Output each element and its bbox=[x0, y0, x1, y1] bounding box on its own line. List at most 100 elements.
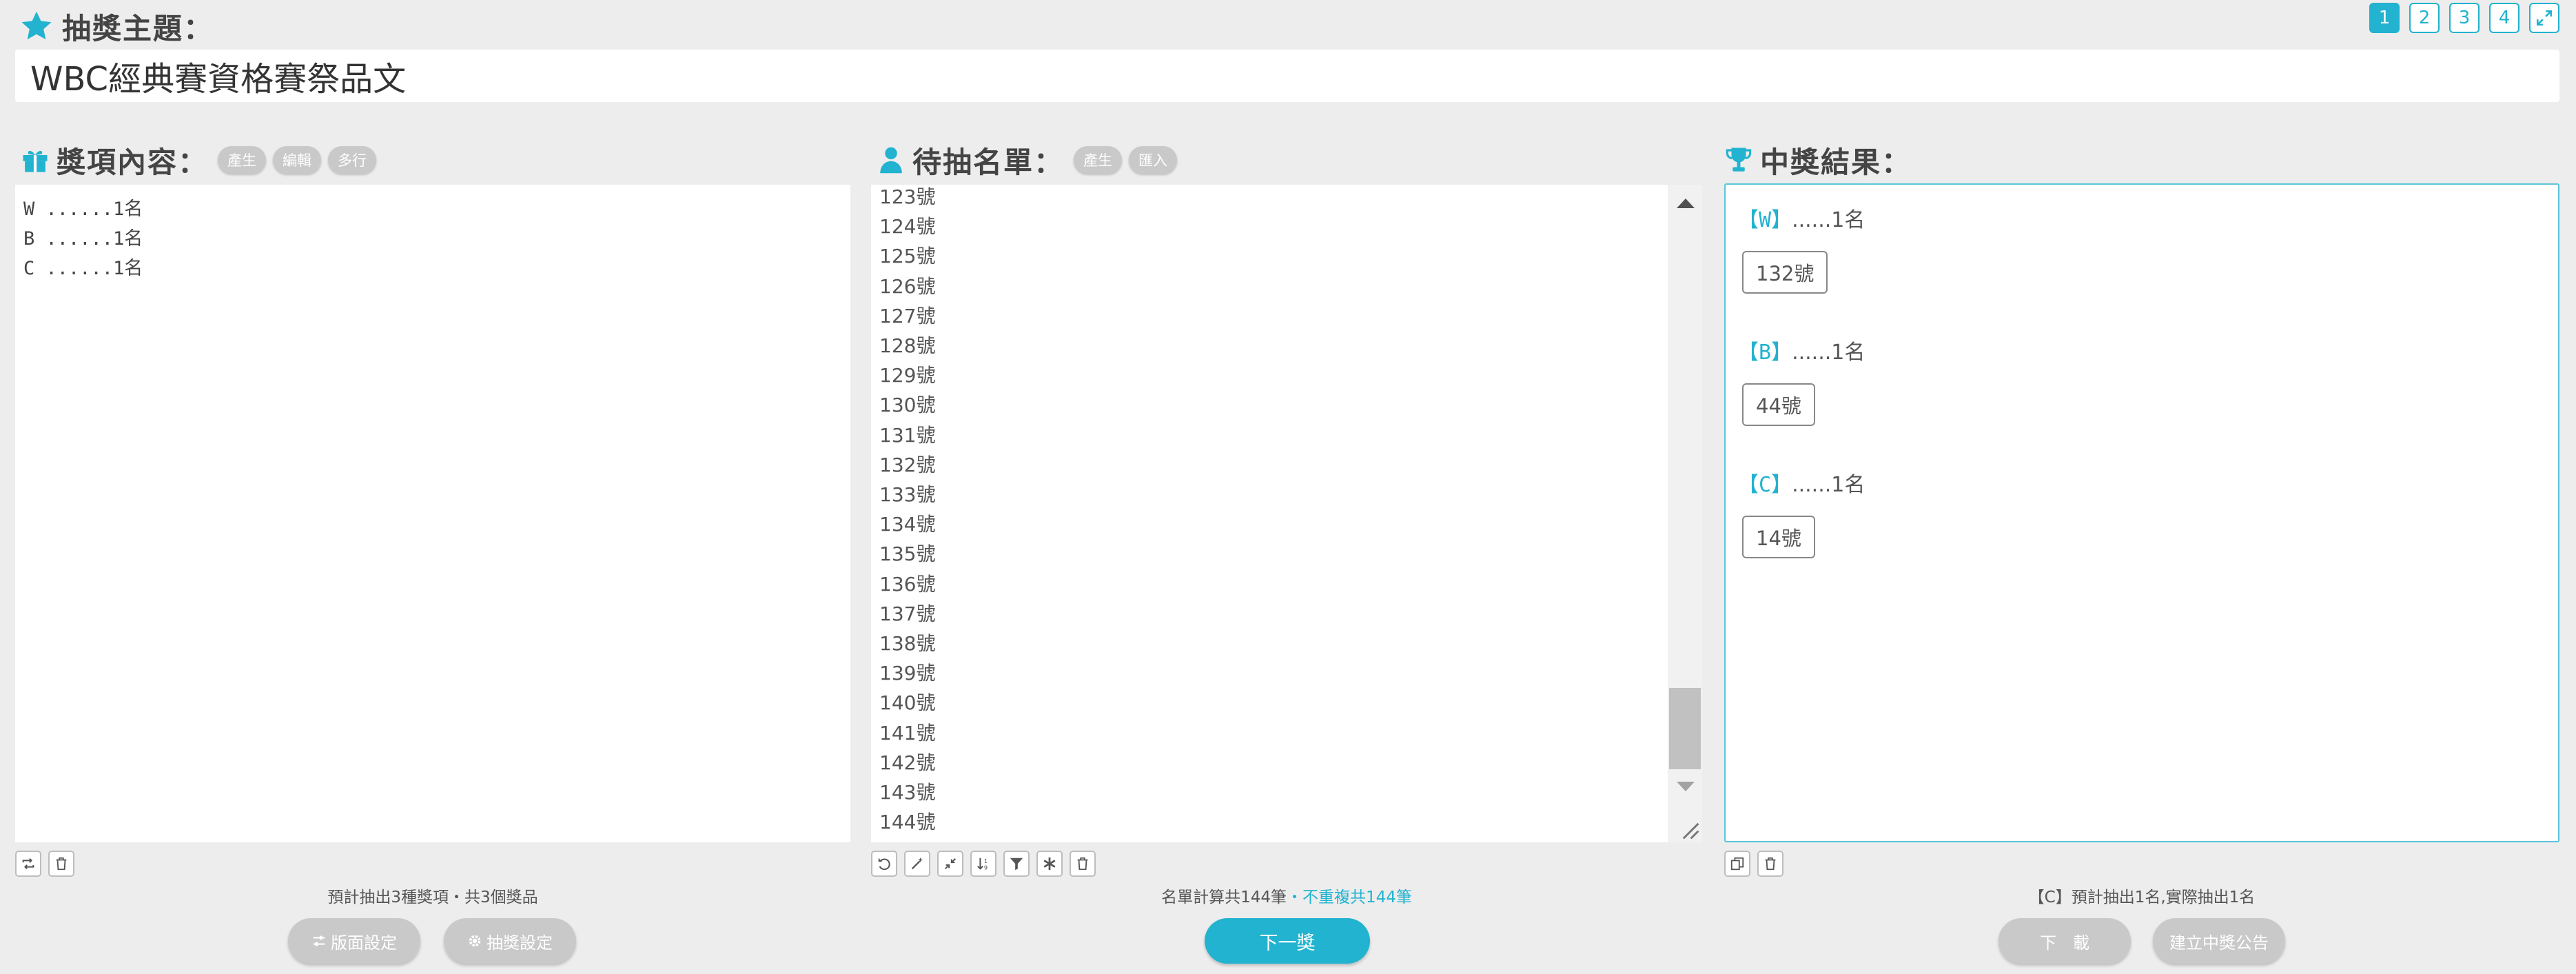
results-panel: 【W】......1名 132號 【B】......1名 44號 【C】....… bbox=[1724, 183, 2559, 842]
filter-icon bbox=[1010, 858, 1023, 871]
download-button[interactable]: 下 載 bbox=[1999, 918, 2131, 964]
trash-icon bbox=[1765, 857, 1776, 871]
trash-icon bbox=[1077, 857, 1088, 871]
result-prize-w: 【W】......1名 bbox=[1738, 203, 1865, 233]
layout-settings-button[interactable]: 版面設定 bbox=[288, 918, 420, 964]
page-3-button[interactable]: 3 bbox=[2449, 3, 2480, 33]
prize-count: ......1名 bbox=[1792, 208, 1865, 232]
result-prize-b: 【B】......1名 bbox=[1738, 335, 1865, 365]
scroll-down-arrow[interactable] bbox=[1677, 782, 1695, 791]
list-compress-button[interactable] bbox=[937, 851, 963, 877]
results-clear-button[interactable] bbox=[1757, 851, 1783, 877]
list-unique-text: ・不重複共144筆 bbox=[1287, 889, 1412, 906]
user-icon bbox=[880, 147, 902, 174]
gear-icon bbox=[469, 935, 481, 947]
candidate-entry: 132號 bbox=[879, 453, 936, 476]
prize-line: B ......1名 bbox=[23, 228, 143, 250]
page-4-button[interactable]: 4 bbox=[2489, 3, 2519, 33]
trophy-icon bbox=[1726, 148, 1752, 172]
prize-line: W ......1名 bbox=[23, 199, 143, 220]
results-label: 中獎結果： bbox=[1760, 145, 1912, 179]
layout-settings-label: 版面設定 bbox=[331, 933, 397, 953]
prize-count: ......1名 bbox=[1792, 473, 1865, 497]
scroll-up-arrow[interactable] bbox=[1677, 199, 1695, 208]
result-prize-c: 【C】......1名 bbox=[1738, 467, 1865, 498]
page-2-button[interactable]: 2 bbox=[2409, 3, 2440, 33]
list-generate-button[interactable]: 產生 bbox=[1074, 146, 1123, 174]
candidate-entry: 127號 bbox=[879, 304, 936, 327]
prizes-label: 獎項內容： bbox=[57, 145, 209, 179]
candidate-entry: 130號 bbox=[879, 394, 936, 417]
results-copy-button[interactable] bbox=[1724, 851, 1750, 877]
draw-settings-button[interactable]: 抽獎設定 bbox=[444, 918, 576, 964]
star-icon bbox=[21, 11, 52, 40]
prize-count: ......1名 bbox=[1792, 341, 1865, 365]
undo-icon bbox=[878, 858, 890, 871]
prizes-header: 獎項內容： 產生 編輯 多行 bbox=[21, 138, 377, 182]
prize-name: 【C】 bbox=[1738, 473, 1792, 497]
topic-input[interactable]: WBC經典賽資格賽祭品文 bbox=[15, 50, 2559, 102]
prizes-generate-button[interactable]: 產生 bbox=[218, 146, 267, 174]
candidate-list-textarea[interactable]: 123號 124號 125號 126號 127號 128號 129號 130號 131號 132號… bbox=[871, 185, 1702, 842]
swap-icon bbox=[22, 858, 34, 870]
list-magic-button[interactable] bbox=[904, 851, 930, 877]
next-prize-button[interactable]: 下一獎 bbox=[1205, 918, 1370, 964]
candidate-entry: 128號 bbox=[879, 334, 936, 358]
draw-settings-label: 抽獎設定 bbox=[487, 933, 553, 953]
fullscreen-button[interactable] bbox=[2529, 3, 2559, 33]
list-import-button[interactable]: 匯入 bbox=[1129, 146, 1178, 174]
list-sort-button[interactable]: 1 9 bbox=[970, 851, 996, 877]
candidate-entry: 142號 bbox=[879, 751, 936, 774]
list-filter-button[interactable] bbox=[1003, 851, 1030, 877]
list-header: 待抽名單： 產生 匯入 bbox=[877, 138, 1178, 182]
candidate-entry: 135號 bbox=[879, 542, 936, 566]
magic-wand-icon bbox=[911, 857, 923, 870]
winner-badge: 14號 bbox=[1742, 516, 1815, 558]
prizes-textarea[interactable]: W ......1名 B ......1名 C ......1名 bbox=[15, 185, 850, 842]
candidate-entry: 125號 bbox=[879, 245, 936, 268]
sort-icon: 1 9 bbox=[977, 858, 988, 871]
scroll-thumb[interactable] bbox=[1669, 688, 1701, 769]
list-count-text: 名單計算共144筆 bbox=[1161, 889, 1287, 906]
results-header: 中獎結果： bbox=[1724, 138, 1914, 182]
candidate-entry: 140號 bbox=[879, 691, 936, 715]
list-label: 待抽名單： bbox=[912, 145, 1065, 179]
prize-name: 【W】 bbox=[1738, 208, 1792, 232]
candidate-entry: 141號 bbox=[879, 721, 936, 744]
create-announcement-button[interactable]: 建立中獎公告 bbox=[2153, 918, 2285, 964]
prize-name: 【B】 bbox=[1738, 341, 1792, 365]
candidate-entry: 129號 bbox=[879, 364, 936, 387]
candidate-entry: 139號 bbox=[879, 662, 936, 685]
trash-icon bbox=[56, 857, 67, 871]
candidate-entry: 137號 bbox=[879, 602, 936, 625]
candidate-entry: 136號 bbox=[879, 572, 936, 596]
prizes-multiline-button[interactable]: 多行 bbox=[328, 146, 377, 174]
topic-label: 抽獎主題： bbox=[62, 11, 214, 45]
resize-grip-icon[interactable] bbox=[1676, 816, 1701, 841]
list-toolbar: 1 9 bbox=[871, 851, 1096, 877]
results-summary: 【C】預計抽出1名,實際抽出1名 bbox=[2028, 889, 2256, 906]
list-scrollbar[interactable] bbox=[1668, 185, 1702, 842]
page-1-button[interactable]: 1 bbox=[2369, 3, 2400, 33]
candidate-entry: 143號 bbox=[879, 781, 936, 804]
candidate-entry: 144號 bbox=[879, 811, 936, 834]
list-undo-button[interactable] bbox=[871, 851, 897, 877]
prizes-clear-button[interactable] bbox=[48, 851, 74, 877]
list-asterisk-button[interactable] bbox=[1036, 851, 1063, 877]
winner-badge: 44號 bbox=[1742, 383, 1815, 426]
list-clear-button[interactable] bbox=[1070, 851, 1096, 877]
page-switcher: 1 2 3 4 bbox=[2369, 3, 2559, 33]
candidate-entries: 123號 124號 125號 126號 127號 128號 129號 130號 131號 132號… bbox=[879, 185, 935, 837]
copy-icon bbox=[1730, 857, 1744, 871]
winner-badge: 132號 bbox=[1742, 251, 1828, 294]
candidate-entry: 124號 bbox=[879, 215, 936, 239]
expand-icon bbox=[2536, 10, 2553, 26]
list-summary: 名單計算共144筆・不重複共144筆 bbox=[871, 884, 1702, 907]
candidate-entry: 131號 bbox=[879, 423, 936, 447]
prizes-reset-button[interactable] bbox=[15, 851, 41, 877]
svg-text:9: 9 bbox=[984, 864, 988, 871]
candidate-entry: 134號 bbox=[879, 513, 936, 536]
topic-header: 抽獎主題： bbox=[19, 7, 214, 45]
results-toolbar bbox=[1724, 851, 1783, 877]
prizes-edit-button[interactable]: 編輯 bbox=[273, 146, 322, 174]
